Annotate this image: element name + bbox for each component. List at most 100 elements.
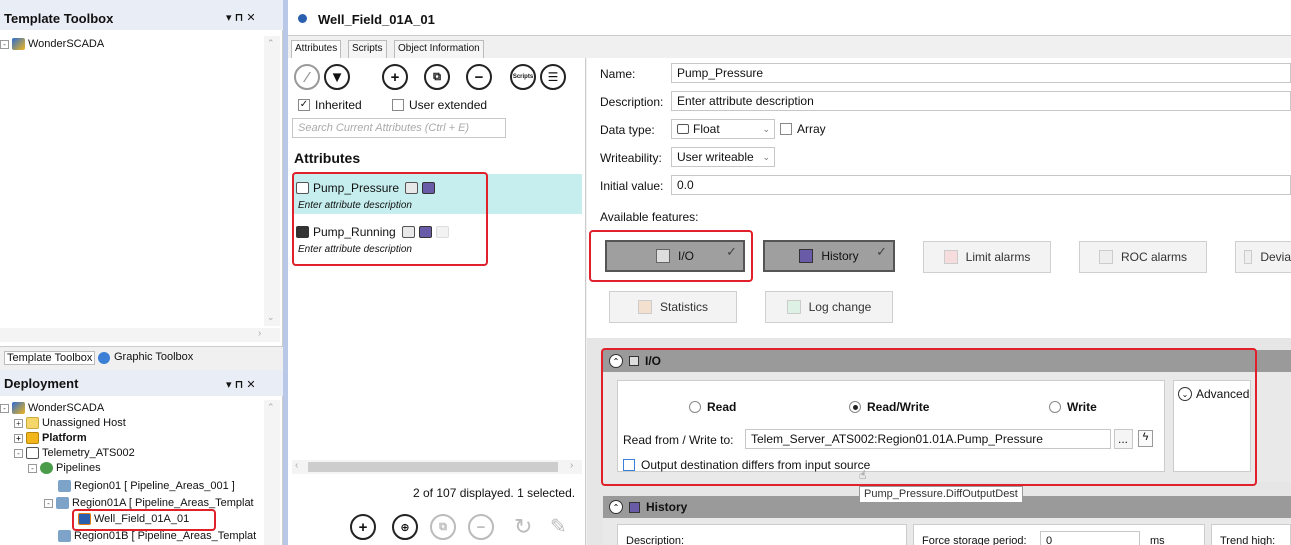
log-change-icon <box>786 300 801 314</box>
history-icon <box>799 249 814 263</box>
expand-icon[interactable]: + <box>14 433 23 443</box>
feature-sections-area: ⌃ I/O Read Read/Write Write ⌄ Advanced R… <box>587 338 1291 545</box>
deploy-tree-telemetry[interactable]: - Telemetry_ATS002 <box>14 447 135 459</box>
deploy-tree-pipelines[interactable]: - Pipelines <box>28 462 101 474</box>
feature-statistics-button[interactable]: Statistics <box>609 291 737 323</box>
scroll-left-icon[interactable]: ‹ <box>295 460 298 471</box>
object-status-icon <box>298 14 307 23</box>
expand-icon[interactable]: + <box>14 418 23 428</box>
area-object-icon <box>58 530 71 542</box>
attribute-list-hscroll[interactable]: ‹ › <box>292 460 582 474</box>
scroll-right-icon[interactable]: › <box>258 328 261 339</box>
statistics-icon <box>637 300 652 314</box>
feature-label: History <box>821 249 859 263</box>
writeability-label: Writeability: <box>600 151 662 165</box>
remove-button[interactable]: − <box>468 514 494 540</box>
scroll-down-icon[interactable]: ⌄ <box>267 312 275 323</box>
history-section-body: Description: Force storage period: 0 ms … <box>603 518 1291 545</box>
deploy-tree-region01a[interactable]: - Region01A [ Pipeline_Areas_Templat <box>44 497 254 509</box>
scripts-button[interactable]: Scripts <box>510 64 536 90</box>
deploy-tree-label: Region01 [ Pipeline_Areas_001 ] <box>74 480 235 492</box>
collapse-icon[interactable]: ⌃ <box>609 500 623 514</box>
filter-clear-button[interactable]: ⁄ <box>294 64 320 90</box>
graphic-toolbox-icon <box>98 352 110 364</box>
deployment-scrollbar[interactable]: ⌃ <box>264 400 280 545</box>
scroll-right-icon[interactable]: › <box>570 460 573 471</box>
array-option[interactable]: Array <box>780 122 826 136</box>
name-field[interactable]: Pump_Pressure <box>671 63 1291 83</box>
inherited-filter[interactable]: ✓ Inherited <box>298 98 362 112</box>
galaxy-icon <box>12 402 25 414</box>
template-toolbox-scrollbar[interactable]: ⌃ ⌄ <box>264 36 280 326</box>
deploy-tree-label: Region01B [ Pipeline_Areas_Templat <box>74 530 257 542</box>
tab-scripts[interactable]: Scripts <box>348 40 387 58</box>
description-field[interactable]: Enter attribute description <box>671 91 1291 111</box>
writeability-select[interactable]: User writeable ⌄ <box>671 147 775 167</box>
history-description-label: Description: <box>626 535 685 545</box>
limit-alarm-icon <box>943 250 958 264</box>
add-attribute-button[interactable]: + <box>382 64 408 90</box>
tab-object-information[interactable]: Object Information <box>394 40 484 58</box>
datatype-select[interactable]: Float ⌄ <box>671 119 775 139</box>
force-storage-field[interactable]: 0 <box>1040 531 1140 545</box>
template-toolbox-pin-controls[interactable]: ▾ ⊓ ✕ <box>226 11 256 24</box>
feature-roc-alarms-button[interactable]: ROC alarms <box>1079 241 1207 273</box>
collapse-icon[interactable]: - <box>44 498 53 508</box>
template-tree-root[interactable]: - WonderSCADA <box>0 38 104 50</box>
deploy-tree-unassigned[interactable]: + Unassigned Host <box>14 417 126 429</box>
undo-icon[interactable]: ↻ <box>514 514 532 540</box>
filter-button[interactable]: ▼ <box>324 64 350 90</box>
feature-limit-alarms-button[interactable]: Limit alarms <box>923 241 1051 273</box>
user-extended-filter[interactable]: User extended <box>392 98 487 112</box>
tab-attributes[interactable]: Attributes <box>291 40 342 58</box>
copy-button[interactable]: ⧉ <box>430 514 456 540</box>
collapse-icon[interactable]: - <box>0 403 9 413</box>
area-object-icon <box>58 480 71 492</box>
user-extended-checkbox[interactable] <box>392 99 404 111</box>
template-toolbox-hscroll[interactable]: › <box>0 328 280 342</box>
tab-template-toolbox[interactable]: Template Toolbox <box>4 351 96 365</box>
deploy-tree-region01[interactable]: Region01 [ Pipeline_Areas_001 ] <box>58 480 235 492</box>
add-from-button[interactable]: ⊕ <box>392 514 418 540</box>
template-toolbox-pane: Template Toolbox ▾ ⊓ ✕ - WonderSCADA ⌃ ⌄… <box>0 0 283 368</box>
tooltip: Pump_Pressure.DiffOutputDest <box>859 486 1023 503</box>
deployment-pin-controls[interactable]: ▾ ⊓ ✕ <box>226 378 256 391</box>
edit-icon[interactable]: ✎ <box>550 514 567 539</box>
scroll-thumb[interactable] <box>308 462 558 472</box>
search-attributes-input[interactable]: Search Current Attributes (Ctrl + E) <box>292 118 506 138</box>
template-toolbox-title: Template Toolbox <box>4 11 114 26</box>
deploy-tree-platform[interactable]: + Platform <box>14 432 87 444</box>
array-checkbox[interactable] <box>780 123 792 135</box>
deploy-tree-root[interactable]: - WonderSCADA <box>0 402 104 414</box>
inherited-checkbox[interactable]: ✓ <box>298 99 310 111</box>
attribute-count-status: 2 of 107 displayed. 1 selected. <box>413 486 576 500</box>
user-extended-label: User extended <box>409 98 488 112</box>
attribute-details-panel: Name: Pump_Pressure Description: Enter a… <box>587 58 1291 545</box>
feature-log-change-button[interactable]: Log change <box>765 291 893 323</box>
scroll-up-icon[interactable]: ⌃ <box>267 38 275 49</box>
collapse-icon[interactable]: - <box>14 448 23 458</box>
feature-label: Devia <box>1260 250 1291 264</box>
tab-graphic-toolbox[interactable]: Graphic Toolbox <box>114 351 193 363</box>
feature-label: Log change <box>808 300 872 314</box>
expand-icon[interactable]: - <box>0 39 9 49</box>
history-left-box: Description: <box>617 524 907 545</box>
folder-icon <box>26 417 39 429</box>
list-view-button[interactable]: ☰ <box>540 64 566 90</box>
scroll-up-icon[interactable]: ⌃ <box>267 402 275 413</box>
history-icon <box>629 501 640 513</box>
trend-high-label: Trend high: <box>1220 535 1276 545</box>
initial-value-field[interactable]: 0.0 <box>671 175 1291 195</box>
deploy-tree-region01b[interactable]: Region01B [ Pipeline_Areas_Templat <box>58 530 256 542</box>
highlight-io-section <box>601 348 1257 486</box>
add-button[interactable]: + <box>350 514 376 540</box>
attribute-list-panel: ⁄ ▼ + ⧉ − Scripts ☰ ✓ Inherited User ext… <box>288 58 586 545</box>
collapse-icon[interactable]: - <box>28 463 37 473</box>
delete-attribute-button[interactable]: − <box>466 64 492 90</box>
duplicate-attribute-button[interactable]: ⧉ <box>424 64 450 90</box>
feature-deviation-button[interactable]: Devia <box>1235 241 1291 273</box>
description-label: Description: <box>600 95 664 109</box>
feature-history-button[interactable]: History ✓ <box>763 240 895 272</box>
template-tree-root-label: WonderSCADA <box>28 38 105 50</box>
deployment-header: Deployment ▾ ⊓ ✕ <box>0 370 283 396</box>
